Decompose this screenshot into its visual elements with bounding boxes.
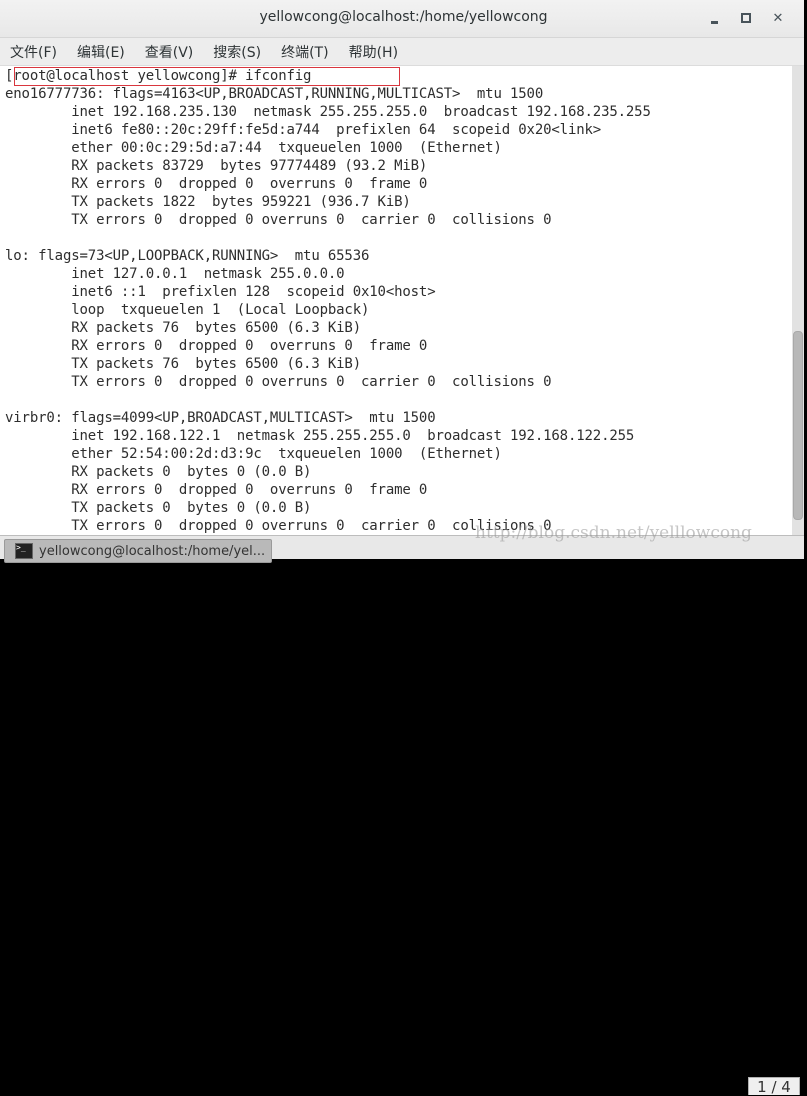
menu-edit[interactable]: 编辑(E) <box>75 40 127 64</box>
terminal-line: RX errors 0 dropped 0 overruns 0 frame 0 <box>5 482 428 498</box>
terminal-line: ether 52:54:00:2d:d3:9c txqueuelen 1000 … <box>5 446 502 462</box>
menu-bar: 文件(F) 编辑(E) 查看(V) 搜索(S) 终端(T) 帮助(H) <box>0 38 807 66</box>
vertical-scrollbar[interactable] <box>792 66 804 535</box>
terminal-line: inet 127.0.0.1 netmask 255.0.0.0 <box>5 266 345 282</box>
terminal-text: [root@localhost yellowcong]# ifconfig eno… <box>5 67 651 535</box>
terminal-line: RX packets 0 bytes 0 (0.0 B) <box>5 464 312 480</box>
title-bar[interactable]: yellowcong@localhost:/home/yellowcong ✕ <box>0 0 807 38</box>
menu-file[interactable]: 文件(F) <box>8 40 59 64</box>
maximize-button[interactable] <box>734 8 758 28</box>
terminal-line: TX errors 0 dropped 0 overruns 0 carrier… <box>5 212 552 228</box>
menu-search[interactable]: 搜索(S) <box>211 40 263 64</box>
taskbar-window-label: yellowcong@localhost:/home/yel... <box>39 543 266 559</box>
terminal-line: loop txqueuelen 1 (Local Loopback) <box>5 302 370 318</box>
terminal-line: lo: flags=73<UP,LOOPBACK,RUNNING> mtu 65… <box>5 248 370 264</box>
terminal-window: yellowcong@localhost:/home/yellowcong ✕ … <box>0 0 807 535</box>
terminal-line: eno16777736: flags=4163<UP,BROADCAST,RUN… <box>5 86 544 102</box>
workspace-pager[interactable]: 1 / 4 <box>748 1077 800 1096</box>
terminal-line: TX packets 1822 bytes 959221 (936.7 KiB) <box>5 194 411 210</box>
terminal-line: TX packets 0 bytes 0 (0.0 B) <box>5 500 312 516</box>
command-prompt-line: [root@localhost yellowcong]# ifconfig <box>5 68 312 84</box>
minimize-icon <box>710 20 718 24</box>
scrollbar-thumb[interactable] <box>793 331 803 520</box>
terminal-line: TX packets 76 bytes 6500 (6.3 KiB) <box>5 356 361 372</box>
taskbar: >_ yellowcong@localhost:/home/yel... 1 /… <box>0 535 804 1096</box>
close-icon: ✕ <box>772 10 784 26</box>
terminal-line: TX errors 0 dropped 0 overruns 0 carrier… <box>5 518 552 534</box>
terminal-line: TX errors 0 dropped 0 overruns 0 carrier… <box>5 374 552 390</box>
terminal-line: RX packets 76 bytes 6500 (6.3 KiB) <box>5 320 361 336</box>
taskbar-window-button[interactable]: >_ yellowcong@localhost:/home/yel... <box>4 539 272 563</box>
terminal-line: inet6 ::1 prefixlen 128 scopeid 0x10<hos… <box>5 284 436 300</box>
terminal-line: inet 192.168.122.1 netmask 255.255.255.0… <box>5 428 635 444</box>
menu-view[interactable]: 查看(V) <box>143 40 196 64</box>
terminal-line: RX errors 0 dropped 0 overruns 0 frame 0 <box>5 338 428 354</box>
maximize-icon <box>741 13 751 23</box>
menu-terminal[interactable]: 终端(T) <box>279 40 330 64</box>
terminal-line: inet6 fe80::20c:29ff:fe5d:a744 prefixlen… <box>5 122 602 138</box>
terminal-line: RX errors 0 dropped 0 overruns 0 frame 0 <box>5 176 428 192</box>
terminal-line: ether 00:0c:29:5d:a7:44 txqueuelen 1000 … <box>5 140 502 156</box>
close-button[interactable]: ✕ <box>766 8 790 28</box>
terminal-output[interactable]: [root@localhost yellowcong]# ifconfig eno… <box>0 66 792 535</box>
menu-help[interactable]: 帮助(H) <box>347 40 400 64</box>
minimize-button[interactable] <box>702 8 726 28</box>
terminal-line: inet 192.168.235.130 netmask 255.255.255… <box>5 104 651 120</box>
window-title: yellowcong@localhost:/home/yellowcong <box>259 9 548 25</box>
terminal-line: virbr0: flags=4099<UP,BROADCAST,MULTICAS… <box>5 410 436 426</box>
terminal-line: RX packets 83729 bytes 97774489 (93.2 Mi… <box>5 158 428 174</box>
terminal-icon: >_ <box>15 543 33 559</box>
